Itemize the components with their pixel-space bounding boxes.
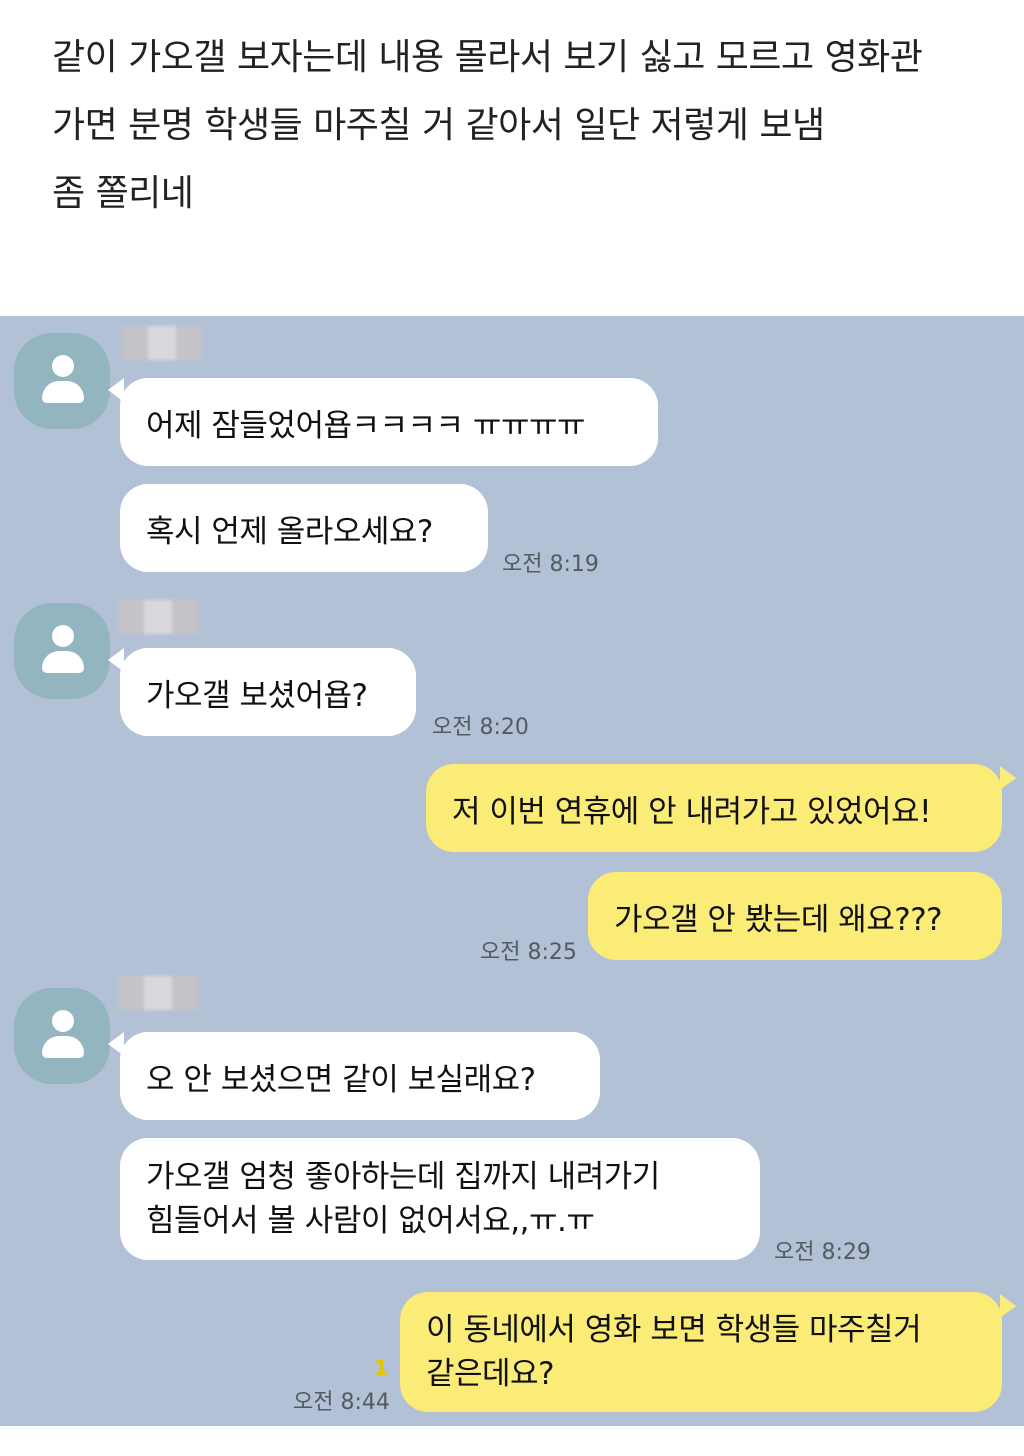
contact-avatar[interactable] bbox=[14, 988, 110, 1084]
message-time: 오전 8:25 bbox=[480, 940, 577, 965]
caption-line: 같이 가오갤 보자는데 내용 몰라서 보기 싫고 모르고 영화관 bbox=[52, 37, 923, 78]
blurred-sender-name bbox=[118, 600, 198, 634]
message-time: 오전 8:44 bbox=[293, 1390, 390, 1415]
person-icon bbox=[52, 1010, 74, 1032]
person-icon bbox=[52, 625, 74, 647]
message-line: 힘들어서 볼 사람이 없어서요,,ㅠ.ㅠ bbox=[146, 1203, 595, 1239]
contact-avatar[interactable] bbox=[14, 333, 110, 429]
caption-line: 좀 쫄리네 bbox=[52, 173, 194, 214]
my-message-bubble[interactable]: 저 이번 연휴에 안 내려가고 있었어요! bbox=[426, 764, 1002, 852]
message-bubble[interactable]: 가오갤 엄청 좋아하는데 집까지 내려가기 힘들어서 볼 사람이 없어서요,,ㅠ… bbox=[120, 1138, 760, 1260]
message-bubble[interactable]: 가오갤 보셨어욥? bbox=[120, 648, 416, 736]
unread-count: 1 bbox=[374, 1356, 388, 1380]
caption-line: 가면 분명 학생들 마주칠 거 같아서 일단 저렇게 보냄 bbox=[52, 105, 825, 146]
person-icon bbox=[52, 355, 74, 377]
blurred-sender-name bbox=[118, 976, 198, 1010]
my-message-bubble[interactable]: 이 동네에서 영화 보면 학생들 마주칠거 같은데요? bbox=[400, 1292, 1002, 1412]
message-line: 이 동네에서 영화 보면 학생들 마주칠거 bbox=[426, 1312, 922, 1348]
message-line: 같은데요? bbox=[426, 1356, 555, 1392]
message-bubble[interactable]: 오 안 보셨으면 같이 보실래요? bbox=[120, 1032, 600, 1120]
message-time: 오전 8:20 bbox=[432, 715, 529, 740]
post-caption: 같이 가오갤 보자는데 내용 몰라서 보기 싫고 모르고 영화관 가면 분명 학… bbox=[52, 30, 992, 234]
contact-avatar[interactable] bbox=[14, 603, 110, 699]
message-bubble[interactable]: 어제 잠들었어욥ㅋㅋㅋㅋ ㅠㅠㅠㅠ bbox=[120, 378, 658, 466]
chat-screenshot: 어제 잠들었어욥ㅋㅋㅋㅋ ㅠㅠㅠㅠ 혹시 언제 올라오세요? 오전 8:19 가… bbox=[0, 316, 1024, 1426]
my-message-bubble[interactable]: 가오갤 안 봤는데 왜요??? bbox=[588, 872, 1002, 960]
message-time: 오전 8:29 bbox=[774, 1240, 871, 1265]
message-line: 가오갤 엄청 좋아하는데 집까지 내려가기 bbox=[146, 1159, 660, 1195]
message-bubble[interactable]: 혹시 언제 올라오세요? bbox=[120, 484, 488, 572]
message-time: 오전 8:19 bbox=[502, 552, 599, 577]
blurred-sender-name bbox=[122, 326, 202, 360]
